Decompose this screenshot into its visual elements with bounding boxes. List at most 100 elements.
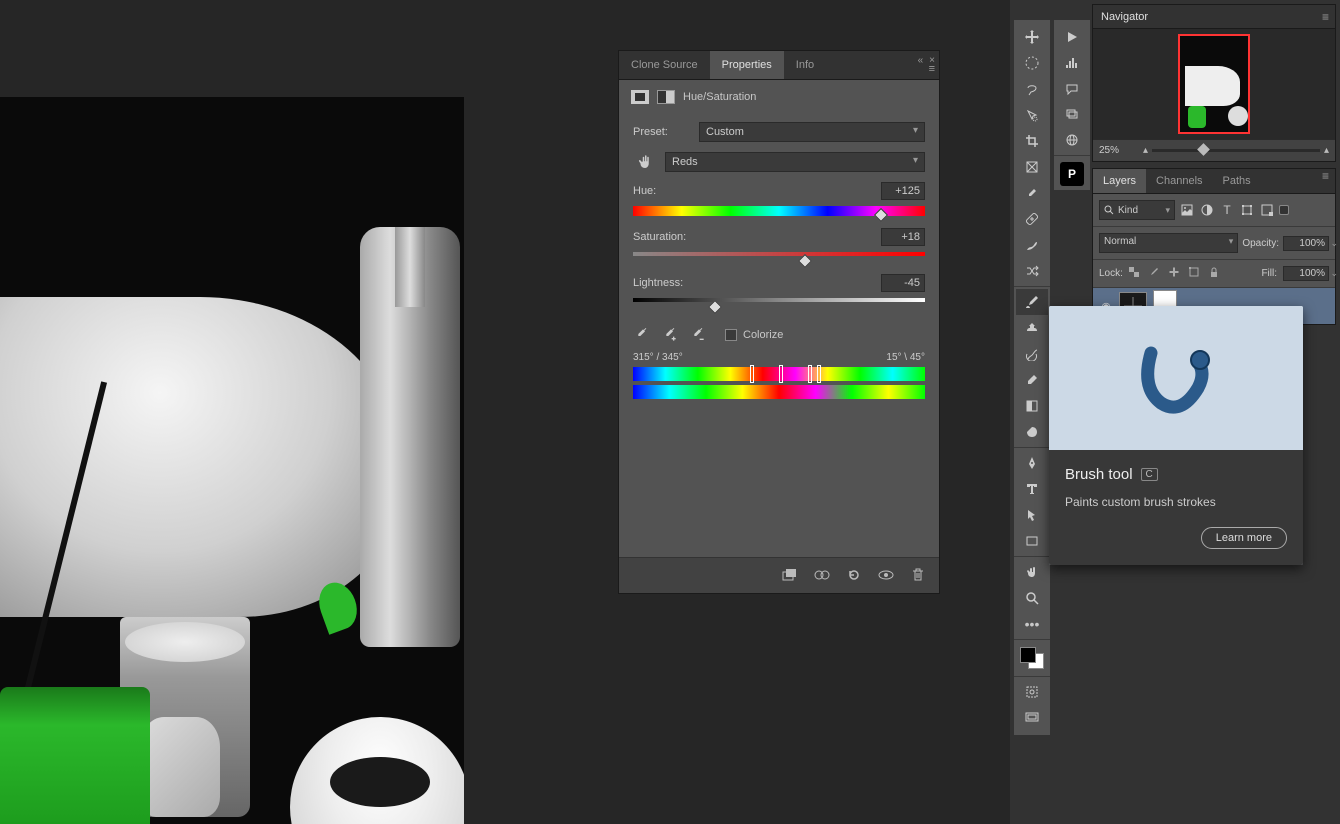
lock-artboard-icon[interactable] [1189, 267, 1203, 281]
shuffle-tool-icon[interactable] [1016, 258, 1048, 284]
screen-mode-icon[interactable] [1016, 705, 1048, 731]
dodge-tool-icon[interactable] [1016, 419, 1048, 445]
rectangle-tool-icon[interactable] [1016, 528, 1048, 554]
zoom-in-icon[interactable]: ▴ [1324, 145, 1329, 156]
tab-clone-source[interactable]: Clone Source [619, 51, 710, 79]
navigator-panel: Navigator ≡ 25% ▴ ▴ [1092, 4, 1336, 162]
lock-brush-icon[interactable] [1149, 267, 1163, 281]
tab-paths[interactable]: Paths [1213, 169, 1261, 193]
crop-tool-icon[interactable] [1016, 128, 1048, 154]
properties-panel: « × Clone Source Properties Info ≡ Hue/S… [618, 50, 940, 594]
navigator-preview[interactable] [1093, 29, 1335, 139]
preset-label: Preset: [633, 126, 691, 138]
filter-type-icon[interactable]: T [1219, 202, 1235, 218]
stack-icon[interactable] [1056, 101, 1088, 127]
quick-select-tool-icon[interactable] [1016, 102, 1048, 128]
color-swatches[interactable] [1017, 645, 1047, 671]
saturation-slider[interactable] [633, 252, 925, 262]
kind-select[interactable]: Kind [1099, 200, 1175, 220]
path-select-tool-icon[interactable] [1016, 502, 1048, 528]
gradient-tool-icon[interactable] [1016, 393, 1048, 419]
marquee-tool-icon[interactable] [1016, 50, 1048, 76]
navigator-menu-icon[interactable]: ≡ [1322, 10, 1329, 24]
pexels-icon[interactable]: P [1060, 162, 1084, 186]
blend-mode-select[interactable]: Normal [1099, 233, 1238, 253]
colorize-checkbox[interactable] [725, 329, 737, 341]
eraser-tool-icon[interactable] [1016, 367, 1048, 393]
saturation-value-input[interactable]: +18 [881, 228, 925, 246]
zoom-out-icon[interactable]: ▴ [1143, 145, 1148, 156]
fill-label: Fill: [1261, 268, 1277, 279]
layers-menu-icon[interactable]: ≡ [1322, 169, 1329, 183]
lightness-value-input[interactable]: -45 [881, 274, 925, 292]
filter-shape-icon[interactable] [1239, 202, 1255, 218]
comment-icon[interactable] [1056, 76, 1088, 102]
lock-position-icon[interactable] [1169, 267, 1183, 281]
reset-icon[interactable] [845, 566, 863, 584]
tab-layers[interactable]: Layers [1093, 169, 1146, 193]
smudge-tool-icon[interactable] [1016, 232, 1048, 258]
hue-spectrum-bottom[interactable] [633, 385, 925, 399]
hue-value-input[interactable]: +125 [881, 182, 925, 200]
channel-select[interactable]: Reds [665, 152, 925, 172]
learn-more-button[interactable]: Learn more [1201, 527, 1287, 549]
healing-tool-icon[interactable] [1016, 206, 1048, 232]
filter-adjustment-icon[interactable] [1199, 202, 1215, 218]
degrees-right: 15° \ 45° [886, 352, 925, 363]
tooltip-description: Paints custom brush strokes [1065, 495, 1287, 509]
hand-tool-icon[interactable] [1016, 559, 1048, 585]
eyedropper-subtract-icon[interactable] [689, 326, 707, 344]
adjustment-thumb-icon [631, 90, 649, 104]
document-image[interactable] [0, 97, 464, 824]
tab-channels[interactable]: Channels [1146, 169, 1212, 193]
navigator-thumbnail[interactable] [1178, 34, 1250, 134]
tab-properties[interactable]: Properties [710, 51, 784, 79]
brush-tool-icon[interactable] [1016, 289, 1048, 315]
eyedropper-add-icon[interactable] [661, 326, 679, 344]
lightness-slider[interactable] [633, 298, 925, 308]
foreground-swatch[interactable] [1020, 647, 1036, 663]
preset-select[interactable]: Custom [699, 122, 925, 142]
adjustment-type-label: Hue/Saturation [683, 91, 756, 103]
hue-label: Hue: [633, 185, 656, 197]
panel-menu-icon[interactable]: ≡ [929, 63, 935, 75]
filter-toggle[interactable] [1279, 205, 1289, 215]
clip-layer-icon[interactable] [781, 566, 799, 584]
histogram-icon[interactable] [1056, 50, 1088, 76]
globe-icon[interactable] [1056, 127, 1088, 153]
history-brush-tool-icon[interactable] [1016, 341, 1048, 367]
targeted-adjustment-icon[interactable] [633, 152, 657, 172]
tooltip-preview [1049, 306, 1303, 450]
quick-mask-icon[interactable] [1016, 679, 1048, 705]
opacity-input[interactable]: 100% [1283, 236, 1329, 251]
move-tool-icon[interactable] [1016, 24, 1048, 50]
filter-image-icon[interactable] [1179, 202, 1195, 218]
zoom-slider[interactable] [1152, 149, 1320, 152]
type-tool-icon[interactable] [1016, 476, 1048, 502]
brush-stroke-graphic [1126, 338, 1226, 418]
lasso-tool-icon[interactable] [1016, 76, 1048, 102]
previous-state-icon[interactable] [813, 566, 831, 584]
zoom-tool-icon[interactable] [1016, 585, 1048, 611]
frame-tool-icon[interactable] [1016, 154, 1048, 180]
filter-smart-icon[interactable] [1259, 202, 1275, 218]
panel-collapse-icon[interactable]: « [918, 55, 924, 66]
more-tools-icon[interactable]: ••• [1016, 611, 1048, 637]
eyedropper-icon[interactable] [633, 326, 651, 344]
eyedropper-tool-icon[interactable] [1016, 180, 1048, 206]
fill-input[interactable]: 100% [1283, 266, 1329, 281]
degrees-left: 315° / 345° [633, 352, 683, 363]
lock-all-icon[interactable] [1209, 267, 1223, 281]
tab-info[interactable]: Info [784, 51, 826, 79]
toggle-visibility-icon[interactable] [877, 566, 895, 584]
clone-stamp-tool-icon[interactable] [1016, 315, 1048, 341]
lock-pixels-icon[interactable] [1129, 267, 1143, 281]
saturation-label: Saturation: [633, 231, 686, 243]
hue-slider[interactable] [633, 206, 925, 216]
pen-tool-icon[interactable] [1016, 450, 1048, 476]
adjustment-header: Hue/Saturation [619, 80, 939, 114]
hue-spectrum-top[interactable] [633, 367, 925, 381]
delete-adjustment-icon[interactable] [909, 566, 927, 584]
zoom-value[interactable]: 25% [1099, 145, 1139, 156]
play-icon[interactable] [1056, 24, 1088, 50]
